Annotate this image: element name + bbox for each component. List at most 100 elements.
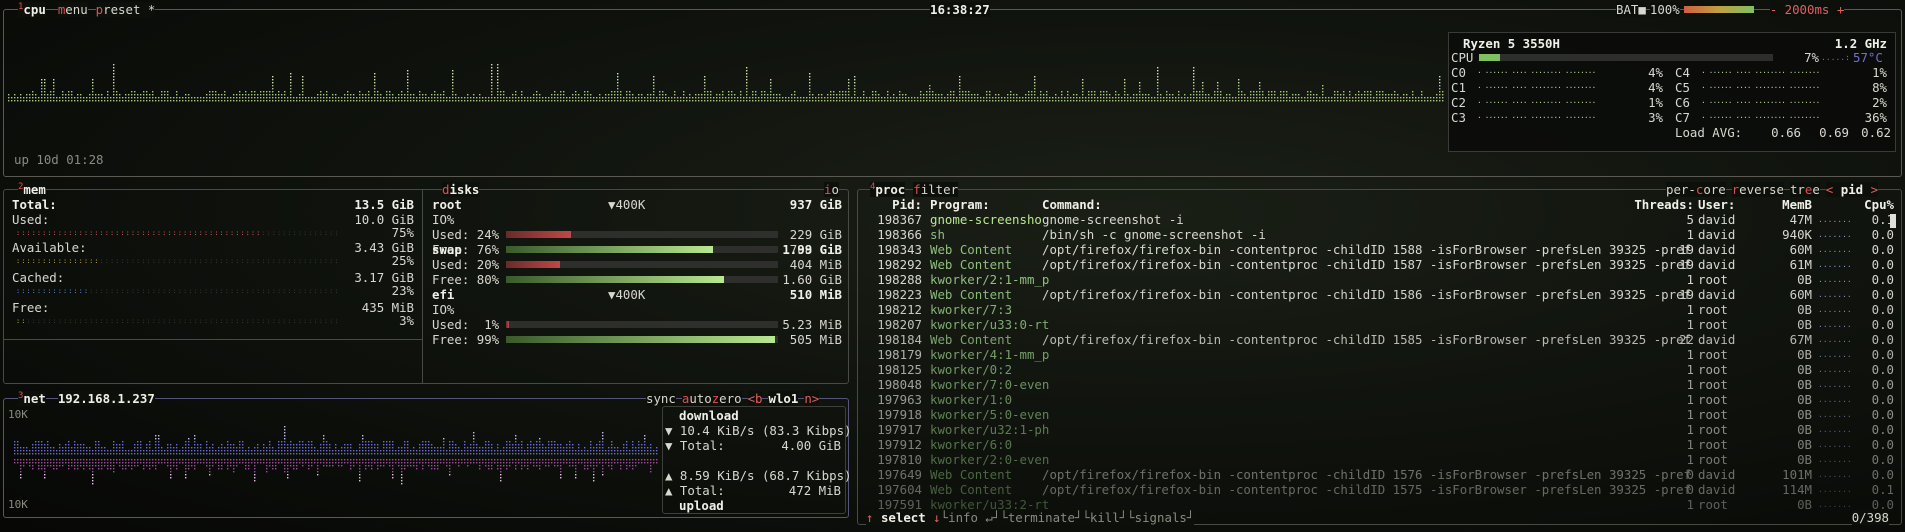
load-avg-label: Load AVG: <box>1675 125 1743 140</box>
preset-button[interactable]: reset * <box>103 2 156 17</box>
proc-mem: 60M <box>1789 242 1812 257</box>
sort-selector[interactable]: < pid > <box>1825 182 1879 197</box>
proc-user: root <box>1698 362 1728 377</box>
proc-user: root <box>1698 347 1728 362</box>
proc-user: root <box>1698 272 1728 287</box>
signals-button[interactable]: signals <box>1135 510 1187 525</box>
cpu-box-title: 1cpu menu preset * <box>18 1 156 17</box>
disk-free: 505 MiB <box>789 332 842 347</box>
table-row[interactable]: 197963 kworker/1:0 1 root 0B 0.0....... <box>858 392 1903 407</box>
table-row[interactable]: 198179 kworker/4:1-mm_p 1 root 0B 0.0....... <box>858 347 1903 362</box>
core-mini-graph: . ...... .... ........ ........ <box>1477 111 1596 120</box>
proc-threads: 1 <box>1686 392 1694 407</box>
table-row[interactable]: 198048 kworker/7:0-even 1 root 0B 0.0....... <box>858 377 1903 392</box>
upload-label: upload <box>679 498 724 513</box>
cpu-total-bar <box>1479 54 1773 61</box>
table-row[interactable]: 197912 kworker/6:0 1 root 0B 0.0....... <box>858 437 1903 452</box>
col-user[interactable]: User: <box>1698 197 1735 212</box>
proc-pid: 198367 <box>877 212 922 227</box>
proc-user: root <box>1698 317 1728 332</box>
io-toggle[interactable]: o <box>831 182 839 197</box>
proc-user: david <box>1698 227 1736 242</box>
table-row[interactable]: 197604 Web Content/opt/firefox/firefox-bi… <box>858 482 1903 497</box>
proc-user: root <box>1698 422 1728 437</box>
net-sync-toggle[interactable]: sync <box>646 391 676 406</box>
proc-user: root <box>1698 452 1728 467</box>
proc-filter[interactable]: ilter <box>920 182 959 197</box>
disk-size: 1.99 GiB <box>782 242 842 257</box>
proc-command: /opt/firefox/firefox-bin -contentproc -c… <box>1042 467 1692 482</box>
proc-program: Web Content <box>930 287 1013 302</box>
proc-pid: 198184 <box>877 332 922 347</box>
proc-mem: 940K <box>1782 227 1812 242</box>
proc-threads: 1 <box>1686 497 1694 512</box>
table-row[interactable]: 197649 Web Content/opt/firefox/firefox-bi… <box>858 467 1903 482</box>
table-row[interactable]: 197810 kworker/2:0-even 1 root 0B 0.0....... <box>858 452 1903 467</box>
table-row[interactable]: 198366 sh/bin/sh -c gnome-screenshot -i 1 d… <box>858 227 1903 242</box>
menu-button[interactable]: enu <box>65 2 88 17</box>
download-total: 4.00 GiB <box>781 438 841 453</box>
proc-cpu: 0.0 <box>1871 257 1894 272</box>
net-stats: download ▼ 10.4 KiB/s (83.3 Kibps) ▼ Tot… <box>662 406 852 514</box>
select-button[interactable]: select <box>881 510 926 525</box>
per-core-toggle[interactable]: ore <box>1703 182 1726 197</box>
core-label: C1 <box>1451 80 1466 95</box>
proc-cpu: 0.0 <box>1871 347 1894 362</box>
proc-program: Web Content <box>930 242 1013 257</box>
upload-rate: ▲ 8.59 KiB/s (68.7 Kibps) <box>665 468 852 483</box>
net-prev-iface[interactable]: <b <box>747 391 763 406</box>
table-row[interactable]: 198207 kworker/u33:0-rt 1 root 0B 0.0....... <box>858 317 1903 332</box>
load-avg-1: 0.66 <box>1771 125 1801 140</box>
net-zero-button[interactable]: ero <box>719 391 742 406</box>
table-row[interactable]: 198212 kworker/7:3 1 root 0B 0.0....... <box>858 302 1903 317</box>
mem-total: 13.5 GiB <box>354 197 414 212</box>
proc-tab[interactable]: proc <box>875 182 906 197</box>
table-row[interactable]: 198288 kworker/2:1-mm_p 1 root 0B 0.0....... <box>858 272 1903 287</box>
core-label: C0 <box>1451 65 1466 80</box>
proc-scrollbar[interactable] <box>1890 214 1896 228</box>
net-next-iface[interactable]: n> <box>804 391 820 406</box>
table-row[interactable]: 198223 Web Content/opt/firefox/firefox-bi… <box>858 287 1903 302</box>
proc-command: /opt/firefox/firefox-bin -contentproc -c… <box>1042 332 1692 347</box>
proc-threads: 1 <box>1686 422 1694 437</box>
proc-user: root <box>1698 377 1728 392</box>
proc-header: Pid: Program: Command: Threads: User: Me… <box>858 197 1903 212</box>
cpu-info-panel: Ryzen 5 3550H 1.2 GHz CPU 7% .....: 57°C… <box>1448 32 1896 152</box>
proc-program: Web Content <box>930 332 1013 347</box>
proc-program: kworker/6:0 <box>930 437 1013 452</box>
terminate-button[interactable]: terminate <box>1008 510 1075 525</box>
col-program[interactable]: Program: <box>930 197 990 212</box>
proc-threads: 1 <box>1686 377 1694 392</box>
disk-free-label: Free: 99% <box>432 332 500 347</box>
interval-control[interactable]: - 2000ms + <box>1769 2 1845 17</box>
net-tab[interactable]: net <box>23 391 46 406</box>
col-threads[interactable]: Threads: <box>1618 197 1694 212</box>
col-cpu[interactable]: Cpu% <box>1856 197 1894 212</box>
col-command[interactable]: Command: <box>1042 197 1102 212</box>
info-button[interactable]: info <box>948 510 978 525</box>
table-row[interactable]: 198184 Web Content/opt/firefox/firefox-bi… <box>858 332 1903 347</box>
proc-program: kworker/2:1-mm_p <box>930 272 1050 287</box>
disks-tab[interactable]: isks <box>449 182 480 197</box>
cpu-tab[interactable]: cpu <box>23 2 46 17</box>
proc-program: kworker/1:0 <box>930 392 1013 407</box>
table-row[interactable]: 198367 gnome-screensho gnome-screenshot -i… <box>858 212 1903 227</box>
mem-tab[interactable]: mem <box>23 182 46 197</box>
kill-button[interactable]: kill <box>1090 510 1120 525</box>
proc-pid: 198288 <box>877 272 922 287</box>
table-row[interactable]: 198343 Web Content/opt/firefox/firefox-bi… <box>858 242 1903 257</box>
net-auto-toggle[interactable]: uto <box>689 391 712 406</box>
tree-toggle[interactable]: e <box>1812 182 1820 197</box>
table-row[interactable]: 198125 kworker/0:2 1 root 0B 0.0....... <box>858 362 1903 377</box>
table-row[interactable]: 197918 kworker/5:0-even 1 root 0B 0.0....... <box>858 407 1903 422</box>
proc-cpu: 0.0 <box>1871 287 1894 302</box>
battery-pct: 100% <box>1649 2 1680 17</box>
table-row[interactable]: 197917 kworker/u32:1-ph 1 root 0B 0.0....... <box>858 422 1903 437</box>
proc-user: root <box>1698 407 1728 422</box>
proc-cpu: 0.0 <box>1871 422 1894 437</box>
proc-cpu: 0.0 <box>1871 302 1894 317</box>
col-pid[interactable]: Pid: <box>872 197 922 212</box>
reverse-toggle[interactable]: everse <box>1739 182 1784 197</box>
table-row[interactable]: 198292 Web Content/opt/firefox/firefox-bi… <box>858 257 1903 272</box>
col-mem[interactable]: MemB <box>1762 197 1812 212</box>
